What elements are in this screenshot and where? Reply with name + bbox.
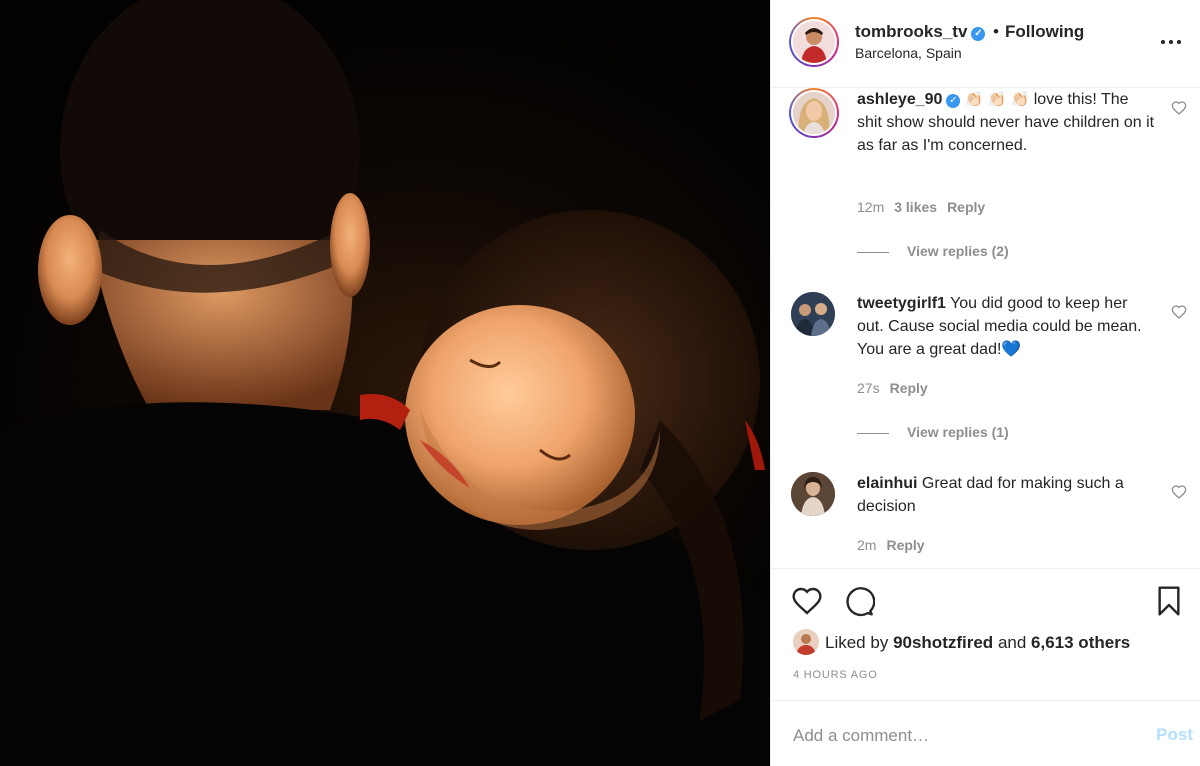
save-bookmark-icon[interactable] bbox=[1153, 585, 1185, 617]
liker-avatar[interactable] bbox=[793, 629, 819, 655]
comment-meta: 2m Reply bbox=[857, 537, 925, 553]
comment-meta: 27s Reply bbox=[857, 380, 928, 396]
photo-illustration bbox=[0, 0, 770, 766]
comment-reply-button[interactable]: Reply bbox=[947, 199, 985, 215]
comment-time[interactable]: 12m bbox=[857, 199, 884, 215]
post-actions: Liked by 90shotzfired and 6,613 others 4… bbox=[771, 568, 1200, 700]
post-location[interactable]: Barcelona, Spain bbox=[855, 45, 962, 61]
comment-username[interactable]: tweetygirlf1 bbox=[857, 295, 946, 312]
author-avatar[interactable] bbox=[789, 17, 839, 67]
view-replies-button[interactable]: View replies (1) bbox=[857, 424, 1009, 440]
author-username-text[interactable]: tombrooks_tv bbox=[855, 22, 967, 41]
commenter-avatar-image bbox=[791, 292, 835, 336]
commenter-avatar-image bbox=[791, 472, 835, 516]
comment-reply-button[interactable]: Reply bbox=[890, 380, 928, 396]
comment-time[interactable]: 27s bbox=[857, 380, 880, 396]
view-replies-label[interactable]: View replies (2) bbox=[907, 243, 1009, 259]
commenter-avatar[interactable] bbox=[791, 472, 835, 516]
post-comment-button[interactable]: Post bbox=[1156, 725, 1193, 745]
post-photo[interactable] bbox=[0, 0, 770, 766]
add-comment-input[interactable] bbox=[793, 721, 1113, 751]
commenter-avatar[interactable] bbox=[789, 88, 839, 138]
post-details-panel: tombrooks_tv ✓ • Following Barcelona, Spa… bbox=[770, 0, 1200, 766]
author-username[interactable]: tombrooks_tv ✓ bbox=[855, 22, 986, 42]
comments-list[interactable]: ashleye_90 ✓ 👏🏻 👏🏻 👏🏻 love this! The shit… bbox=[771, 88, 1200, 568]
liked-by-label: Liked by bbox=[825, 633, 889, 652]
like-comment-heart-icon[interactable] bbox=[1171, 100, 1187, 116]
replies-divider bbox=[857, 432, 889, 434]
add-comment-bar: Post bbox=[771, 700, 1200, 766]
comment-meta: 12m 3 likes Reply bbox=[857, 199, 985, 215]
comment-time[interactable]: 2m bbox=[857, 537, 876, 553]
verified-badge-icon: ✓ bbox=[946, 94, 961, 108]
likes-count-others[interactable]: 6,613 others bbox=[1031, 633, 1130, 652]
comment-username[interactable]: ashleye_90 bbox=[857, 91, 942, 108]
view-replies-label[interactable]: View replies (1) bbox=[907, 424, 1009, 440]
liker-username[interactable]: 90shotzfired bbox=[893, 633, 993, 652]
comment-bubble-icon[interactable] bbox=[843, 585, 875, 617]
comment-emoji: 👏🏻 👏🏻 👏🏻 bbox=[964, 91, 1030, 108]
liked-connector: and bbox=[997, 633, 1027, 652]
verified-badge-icon: ✓ bbox=[971, 27, 986, 41]
comment-likes-count[interactable]: 3 likes bbox=[894, 199, 937, 215]
commenter-avatar[interactable] bbox=[791, 292, 835, 336]
more-options-icon[interactable] bbox=[1161, 40, 1181, 46]
post-timestamp[interactable]: 4 HOURS AGO bbox=[793, 669, 878, 681]
post-header: tombrooks_tv ✓ • Following Barcelona, Spa… bbox=[771, 0, 1200, 88]
likes-summary: Liked by 90shotzfired and 6,613 others bbox=[793, 629, 1130, 655]
author-avatar-image bbox=[793, 21, 835, 63]
like-heart-icon[interactable] bbox=[791, 585, 823, 617]
comment-reply-button[interactable]: Reply bbox=[886, 537, 924, 553]
like-comment-heart-icon[interactable] bbox=[1171, 484, 1187, 500]
liker-avatar-image bbox=[793, 629, 819, 655]
like-comment-heart-icon[interactable] bbox=[1171, 304, 1187, 320]
following-button[interactable]: Following bbox=[1005, 22, 1084, 42]
replies-divider bbox=[857, 251, 889, 253]
view-replies-button[interactable]: View replies (2) bbox=[857, 243, 1009, 259]
comment-username[interactable]: elainhui bbox=[857, 475, 917, 492]
commenter-avatar-image bbox=[793, 92, 835, 134]
header-separator: • bbox=[993, 22, 999, 41]
